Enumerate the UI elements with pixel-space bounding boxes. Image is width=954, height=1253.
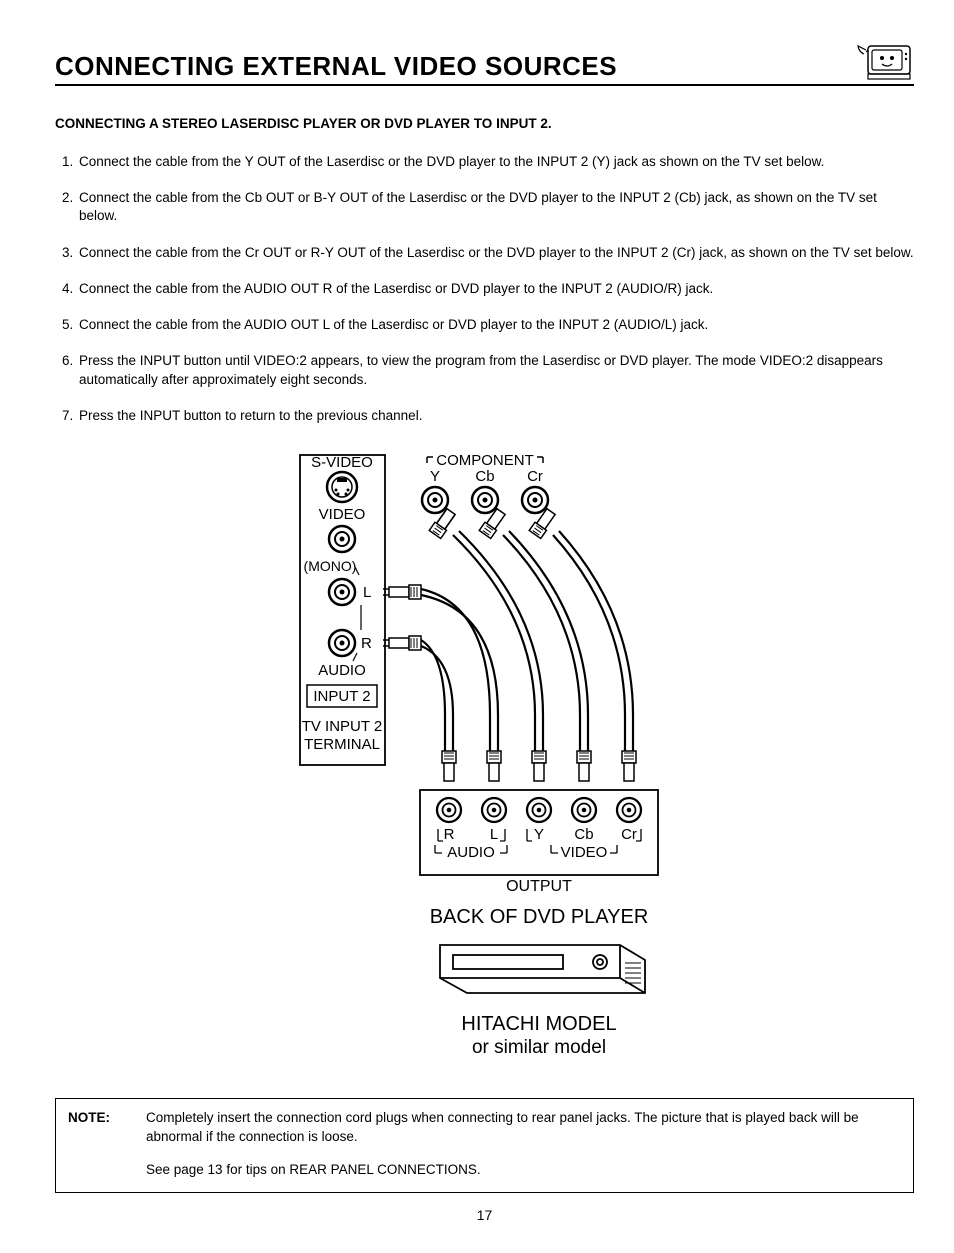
- jack-cr: [522, 487, 548, 513]
- dvd-r: R: [443, 826, 454, 843]
- note-extra: See page 13 for tips on REAR PANEL CONNE…: [146, 1161, 901, 1180]
- jack-y: [422, 487, 448, 513]
- label-input2: INPUT 2: [313, 688, 370, 705]
- label-mono: (MONO): [303, 558, 356, 574]
- step-item: Connect the cable from the AUDIO OUT L o…: [77, 316, 914, 334]
- connection-diagram: S-VIDEO VIDEO (MONO) L R AUDIO INPUT 2 T…: [55, 445, 914, 1078]
- label-tvinput2: TV INPUT 2: [301, 718, 382, 735]
- label-r: R: [361, 635, 372, 652]
- label-y: Y: [429, 468, 439, 485]
- note-label: NOTE:: [68, 1109, 146, 1147]
- page-title: CONNECTING EXTERNAL VIDEO SOURCES: [55, 51, 617, 82]
- step-item: Connect the cable from the Y OUT of the …: [77, 153, 914, 171]
- label-audio: AUDIO: [318, 662, 366, 679]
- section-subheading: CONNECTING A STEREO LASERDISC PLAYER OR …: [55, 116, 914, 131]
- dvd-cb: Cb: [574, 826, 593, 843]
- step-item: Connect the cable from the Cr OUT or R-Y…: [77, 244, 914, 262]
- dvd-y: Y: [533, 826, 543, 843]
- step-item: Connect the cable from the AUDIO OUT R o…: [77, 280, 914, 298]
- dvd-brand: HITACHI MODEL: [461, 1013, 616, 1035]
- label-l: L: [363, 584, 371, 601]
- label-cb: Cb: [475, 468, 494, 485]
- dvd-similar: or similar model: [471, 1037, 605, 1058]
- label-video: VIDEO: [318, 506, 365, 523]
- label-component: COMPONENT: [436, 452, 534, 469]
- tv-mascot-icon: [854, 40, 914, 82]
- label-terminal: TERMINAL: [304, 736, 380, 753]
- step-item: Connect the cable from the Cb OUT or B-Y…: [77, 189, 914, 225]
- step-item: Press the INPUT button to return to the …: [77, 407, 914, 425]
- label-cr: Cr: [527, 468, 543, 485]
- instruction-list: Connect the cable from the Y OUT of the …: [55, 153, 914, 425]
- dvd-l: L: [489, 826, 497, 843]
- dvd-output: OUTPUT: [506, 878, 572, 895]
- step-item: Press the INPUT button until VIDEO:2 app…: [77, 352, 914, 388]
- dvd-video: VIDEO: [560, 844, 607, 861]
- note-box: NOTE: Completely insert the connection c…: [55, 1098, 914, 1193]
- note-text: Completely insert the connection cord pl…: [146, 1109, 901, 1147]
- jack-cb: [472, 487, 498, 513]
- dvd-cr: Cr: [621, 826, 637, 843]
- label-svideo: S-VIDEO: [311, 454, 373, 471]
- dvd-audio: AUDIO: [447, 844, 495, 861]
- page-number: 17: [55, 1207, 914, 1223]
- dvd-back-label: BACK OF DVD PLAYER: [429, 906, 648, 928]
